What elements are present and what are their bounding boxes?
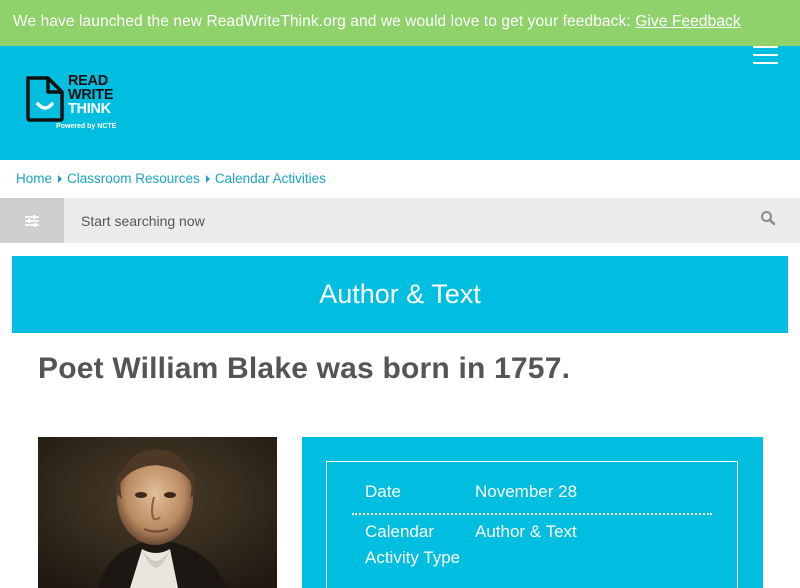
details-divider [352,513,712,515]
activity-details-panel: Date November 28 Calendar Activity Type … [302,437,763,588]
search-bar [0,198,800,243]
logo-word-think: THINK [68,101,111,117]
site-header: READ WRITE THINK Powered by NCTE [0,46,800,160]
date-value: November 28 [475,482,578,501]
breadcrumb-calendar-activities[interactable]: Calendar Activities [215,171,326,186]
logo-tagline: Powered by NCTE [56,123,117,130]
breadcrumb-home[interactable]: Home [16,171,52,186]
page-title: Poet William Blake was born in 1757. [38,352,571,385]
hamburger-menu-icon[interactable] [753,46,778,68]
logo-word-read: READ [68,73,108,89]
william-blake-portrait [38,437,277,588]
date-label: Date [365,482,401,501]
give-feedback-link[interactable]: Give Feedback [635,13,741,30]
logo-word-write: WRITE [68,87,114,103]
activity-type-value: Author & Text [475,522,577,541]
activity-type-label: Calendar Activity Type [365,522,461,567]
breadcrumb-caret-icon [205,174,210,183]
details-box: Date November 28 Calendar Activity Type … [326,461,738,588]
category-title: Author & Text [12,256,788,333]
logo-wordmark: READ WRITE THINK [68,73,114,117]
search-button[interactable] [760,210,778,228]
breadcrumb-classroom-resources[interactable]: Classroom Resources [67,171,200,186]
feedback-banner: We have launched the new ReadWriteThink.… [0,0,800,46]
search-input[interactable] [64,198,744,243]
sliders-icon [25,214,39,227]
magnifier-icon [761,211,776,226]
breadcrumb: Home Classroom Resources Calendar Activi… [16,171,326,186]
filter-button[interactable] [0,198,64,243]
logo-page-icon [26,76,64,122]
readwritethink-logo[interactable]: READ WRITE THINK Powered by NCTE [24,74,134,136]
breadcrumb-caret-icon [58,174,63,183]
portrait-painting [38,437,277,588]
banner-message: We have launched the new ReadWriteThink.… [13,13,631,30]
